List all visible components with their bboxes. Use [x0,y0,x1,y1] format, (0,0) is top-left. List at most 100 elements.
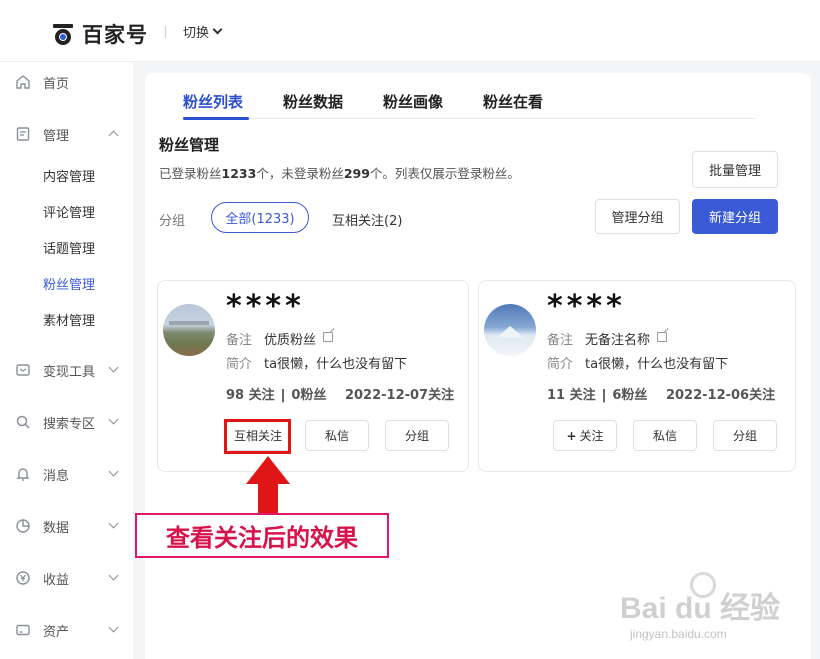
bell-icon [16,468,30,481]
sidebar-subitem-comments[interactable]: 评论管理 [43,202,95,221]
divider [165,26,166,38]
following-count: 98 关注 [226,388,275,403]
sidebar-item-monetize[interactable]: 变现工具 [0,354,133,386]
sidebar-subitem-topics[interactable]: 话题管理 [43,238,95,257]
search-icon [16,415,30,429]
follow-button[interactable]: + 关注 [553,420,617,451]
logged-in-count: 1233 [221,166,257,181]
sidebar-item-assets[interactable]: 资产 [0,614,133,646]
remark-label: 备注 [547,333,574,348]
sidebar-item-label: 收益 [43,572,70,588]
chevron-down-icon [108,570,119,581]
filter-mutual-chip[interactable]: 互相关注(2) [332,210,402,229]
document-icon [16,127,30,141]
sidebar-item-label: 管理 [43,128,70,144]
tab-fan-list[interactable]: 粉丝列表 [183,91,243,112]
active-tab-indicator [183,117,249,120]
summary-mid: 个，未登录粉丝 [256,166,344,181]
follow-date: 2022-12-07关注 [344,388,455,403]
follow-label: 关注 [579,429,604,443]
group-filter-label: 分组 [159,214,186,229]
wallet-icon [16,364,30,376]
fan-card: **** 备注 无备注名称 简介 ta很懒，什么也没有留下 11 关注 | 6粉丝 … [478,280,796,472]
avatar[interactable] [163,304,215,356]
logo-text: 百家号 [82,23,148,47]
page-title: 粉丝管理 [159,136,220,154]
manage-group-button[interactable]: 管理分组 [595,199,680,234]
summary-prefix: 已登录粉丝 [159,166,222,181]
fan-bio-row: 简介 ta很懒，什么也没有留下 [547,353,728,372]
edit-icon[interactable] [323,332,334,342]
fan-name: **** [226,289,305,324]
fan-summary: 已登录粉丝1233个，未登录粉丝299个。列表仅展示登录粉丝。 [159,163,520,182]
main-panel: 粉丝列表 粉丝数据 粉丝画像 粉丝在看 粉丝管理 已登录粉丝1233个，未登录粉… [145,73,811,659]
bio-label: 简介 [226,357,253,372]
tab-fan-data[interactable]: 粉丝数据 [283,91,343,112]
fan-remark-row: 备注 无备注名称 [547,329,668,348]
fan-remark-row: 备注 优质粉丝 [226,329,334,348]
remark-label: 备注 [226,333,253,348]
sidebar-item-label: 搜索专区 [43,416,96,432]
tab-bar: 粉丝列表 粉丝数据 粉丝画像 粉丝在看 [183,91,755,120]
fan-stats: 98 关注 | 0粉丝 2022-12-07关注 [226,388,455,403]
follower-count: 6粉丝 [612,388,648,403]
sidebar-item-manage[interactable]: 管理 [0,118,133,150]
sidebar-item-label: 变现工具 [43,364,96,380]
fan-card: **** 备注 优质粉丝 简介 ta很懒，什么也没有留下 98 关注 | 0粉丝 2… [157,280,469,472]
account-switch-button[interactable]: 切换 [183,22,223,41]
plus-icon: + [566,428,577,443]
home-icon [16,75,30,89]
following-count: 11 关注 [547,388,596,403]
sidebar-item-label: 资产 [43,624,70,640]
sidebar-item-label: 消息 [43,468,70,484]
message-button[interactable]: 私信 [305,420,369,451]
batch-manage-button[interactable]: 批量管理 [692,151,778,188]
chevron-down-icon [108,466,119,477]
card-icon [16,624,30,636]
sidebar-item-label: 首页 [43,76,70,92]
message-button[interactable]: 私信 [633,420,697,451]
chevron-down-icon [212,24,223,35]
logo[interactable]: 百家号 [52,19,148,49]
follow-date: 2022-12-06关注 [665,388,776,403]
new-group-button[interactable]: 新建分组 [692,199,778,234]
filter-all-chip[interactable]: 全部(1233) [211,202,309,233]
chevron-up-icon [108,130,119,141]
sidebar-subitem-materials[interactable]: 素材管理 [43,310,95,329]
yen-icon [16,571,30,585]
sidebar-item-home[interactable]: 首页 [0,66,133,98]
chevron-down-icon [108,518,119,529]
tab-fan-portrait[interactable]: 粉丝画像 [383,91,443,112]
bio-value: ta很懒，什么也没有留下 [585,357,729,372]
remark-value: 无备注名称 [585,333,651,348]
sidebar-subitem-fans[interactable]: 粉丝管理 [43,274,95,293]
annotation-highlight-box [224,419,291,454]
sidebar-item-messages[interactable]: 消息 [0,458,133,490]
arrow-up-icon [246,456,290,484]
group-button[interactable]: 分组 [713,420,777,451]
logged-out-count: 299 [343,166,370,181]
watermark-logo: Bai du 经验 [620,592,781,625]
remark-value: 优质粉丝 [264,333,317,348]
bio-label: 简介 [547,357,574,372]
follower-count: 0粉丝 [291,388,327,403]
sidebar-item-income[interactable]: 收益 [0,562,133,594]
switch-label: 切换 [183,26,210,41]
sidebar-item-search[interactable]: 搜索专区 [0,406,133,438]
sidebar-subitem-content[interactable]: 内容管理 [43,166,95,185]
avatar[interactable] [484,304,536,356]
group-button[interactable]: 分组 [385,420,449,451]
edit-icon[interactable] [657,332,668,342]
summary-suffix: 个。列表仅展示登录粉丝。 [369,166,520,181]
arrow-shaft [258,482,278,514]
annotation-callout: 查看关注后的效果 [135,513,389,558]
sidebar: 首页 管理 内容管理 评论管理 话题管理 粉丝管理 素材管理 变现工具 搜索专区… [0,62,133,659]
pie-chart-icon [16,519,30,533]
chevron-down-icon [108,414,119,425]
watermark-url: jingyan.baidu.com [630,627,727,641]
top-bar: 百家号 切换 [0,0,820,62]
tab-fan-watching[interactable]: 粉丝在看 [483,91,543,112]
fan-stats: 11 关注 | 6粉丝 2022-12-06关注 [547,388,776,403]
chevron-down-icon [108,622,119,633]
sidebar-item-data[interactable]: 数据 [0,510,133,542]
